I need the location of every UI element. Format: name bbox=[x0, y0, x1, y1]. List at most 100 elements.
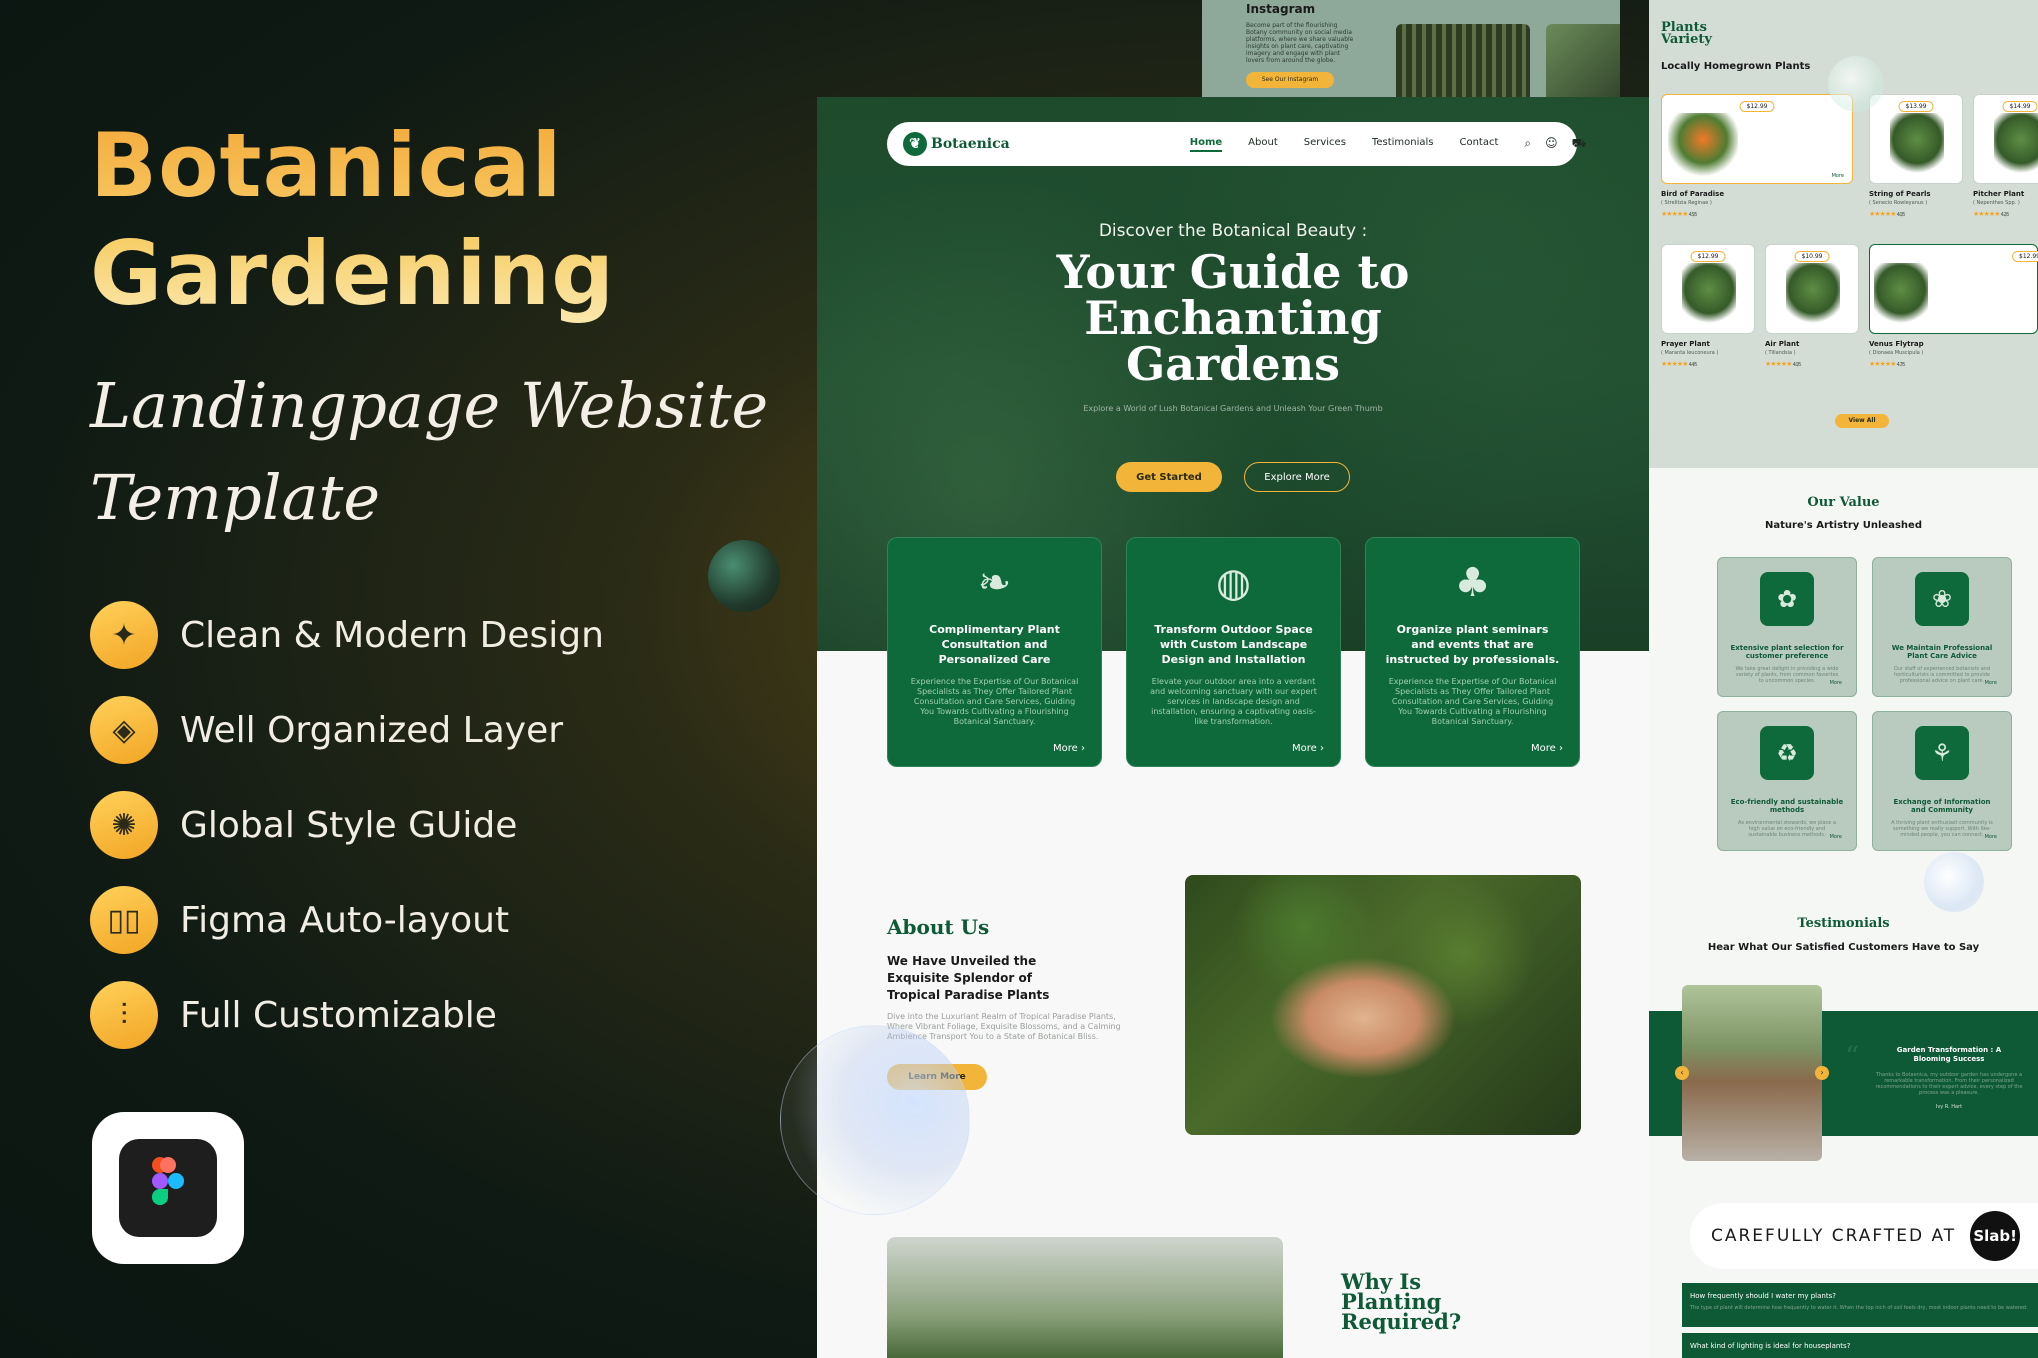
service-card-body: Elevate your outdoor area into a verdant… bbox=[1150, 677, 1317, 726]
promo-title: Botanical Gardening bbox=[90, 112, 615, 328]
value-card[interactable]: ⚘ Exchange of Information and Community … bbox=[1872, 711, 2012, 851]
get-started-button[interactable]: Get Started bbox=[1116, 462, 1222, 492]
plant-scientific-name: ( Strelitzia Reginae ) bbox=[1661, 200, 1712, 206]
title-line-1: Botanical bbox=[90, 114, 563, 217]
feature-label: Clean & Modern Design bbox=[180, 614, 604, 656]
see-instagram-button[interactable]: See Our Instagram bbox=[1246, 72, 1334, 88]
plant-name: Prayer Plant bbox=[1661, 340, 1710, 348]
nav-links: Home About Services Testimonials Contact bbox=[1189, 137, 1525, 152]
our-value-heading: Our Value bbox=[1807, 495, 1880, 510]
value-card-title: Eco-friendly and sustainable methods bbox=[1730, 798, 1844, 814]
nav-icons: ⌕ ☺ ⛟ bbox=[1524, 136, 1586, 152]
crafted-badge[interactable]: CAREFULLY CRAFTED AT Slab! bbox=[1690, 1203, 2038, 1269]
decorative-bubble bbox=[1828, 56, 1884, 112]
plant-card[interactable]: $10.99 bbox=[1765, 244, 1859, 334]
crafted-text: CAREFULLY CRAFTED AT bbox=[1711, 1226, 1957, 1246]
more-link[interactable]: More bbox=[1985, 834, 1997, 840]
rating-stars: ★★★★★ 4.2/5 bbox=[1973, 210, 2009, 218]
nav-contact[interactable]: Contact bbox=[1459, 137, 1498, 152]
why-heading: Why Is Planting Required? bbox=[1341, 1269, 1462, 1334]
more-link[interactable]: More bbox=[1832, 173, 1844, 179]
value-card[interactable]: ✿ Extensive plant selection for customer… bbox=[1717, 557, 1857, 697]
plant-name: Pitcher Plant bbox=[1973, 190, 2025, 198]
explore-more-button[interactable]: Explore More bbox=[1244, 462, 1350, 492]
instagram-title: Instagram bbox=[1246, 2, 1316, 16]
value-card-title: Extensive plant selection for customer p… bbox=[1730, 644, 1844, 660]
plant-scientific-name: ( Maranta leuconeura ) bbox=[1661, 350, 1719, 356]
rating-value: 4.0/5 bbox=[1896, 212, 1906, 218]
more-link[interactable]: More bbox=[1985, 680, 1997, 686]
plant-card[interactable]: $12.99 More bbox=[1661, 94, 1853, 184]
plant-advice-icon: ❀ bbox=[1915, 572, 1969, 626]
more-label: More bbox=[1292, 743, 1317, 754]
more-link[interactable]: More bbox=[1830, 680, 1842, 686]
plant-consult-icon: ❧ bbox=[977, 560, 1012, 606]
plants-heading-line: Variety bbox=[1661, 32, 1712, 47]
service-card-more-link[interactable]: More › bbox=[1053, 743, 1085, 754]
nav-about[interactable]: About bbox=[1248, 137, 1278, 152]
faq-question: What kind of lighting is ideal for house… bbox=[1690, 1342, 1851, 1350]
feature-label: Global Style GUide bbox=[180, 804, 518, 846]
site-logo[interactable]: ❦ Botaenica bbox=[903, 132, 1010, 156]
service-card-body: Experience the Expertise of Our Botanica… bbox=[1388, 677, 1557, 726]
plant-scientific-name: ( Tillandsia ) bbox=[1765, 350, 1796, 356]
nav-home[interactable]: Home bbox=[1189, 137, 1223, 152]
title-line-2: Gardening bbox=[90, 222, 616, 325]
eco-leaf-icon: ♻ bbox=[1760, 726, 1814, 780]
chevron-right-icon: › bbox=[1081, 743, 1085, 754]
figma-badge bbox=[92, 1112, 244, 1264]
rating-value: 4.0/5 bbox=[1792, 362, 1802, 368]
rating-stars: ★★★★★ 4.0/5 bbox=[1869, 210, 1906, 218]
plant-name: Venus Flytrap bbox=[1869, 340, 1924, 348]
decorative-bubble bbox=[780, 1025, 970, 1215]
testimonials-heading: Testimonials bbox=[1797, 916, 1890, 931]
faq-item[interactable]: How frequently should I water my plants?… bbox=[1682, 1283, 2038, 1327]
feature-label: Well Organized Layer bbox=[180, 709, 564, 751]
plant-card[interactable]: $13.99 bbox=[1869, 94, 1963, 184]
quote-icon: “ bbox=[1845, 1040, 1860, 1073]
feature-list: ✦ Clean & Modern Design ◈ Well Organized L… bbox=[90, 600, 604, 1075]
search-icon[interactable]: ⌕ bbox=[1524, 136, 1531, 152]
instagram-photo[interactable] bbox=[1546, 24, 1620, 97]
plant-image bbox=[1994, 113, 2038, 179]
service-card[interactable]: ◍ Transform Outdoor Space with Custom La… bbox=[1126, 537, 1341, 767]
more-label: More bbox=[1053, 743, 1078, 754]
plant-card[interactable]: $12.99 bbox=[1661, 244, 1755, 334]
plant-scientific-name: ( Nepenthes Spp. ) bbox=[1973, 200, 2020, 206]
user-icon[interactable]: ☺ bbox=[1545, 136, 1558, 152]
price-badge: $12.99 bbox=[1739, 101, 1775, 112]
instagram-photo[interactable] bbox=[1396, 24, 1530, 97]
more-link[interactable]: More bbox=[1830, 834, 1842, 840]
community-icon: ⚘ bbox=[1915, 726, 1969, 780]
subtitle-line-2: Template bbox=[90, 461, 381, 534]
decorative-bubble bbox=[1924, 852, 1984, 912]
service-card-more-link[interactable]: More › bbox=[1531, 743, 1563, 754]
hero-heading-line: Gardens bbox=[1125, 337, 1341, 391]
nav-services[interactable]: Services bbox=[1304, 137, 1346, 152]
rating-value: 4.7/5 bbox=[1896, 362, 1906, 368]
about-image bbox=[1185, 875, 1581, 1135]
about-subheading: We Have Unveiled the Exquisite Splendor … bbox=[887, 954, 1050, 1002]
view-all-button[interactable]: View All bbox=[1835, 414, 1889, 428]
faq-item[interactable]: What kind of lighting is ideal for house… bbox=[1682, 1333, 2038, 1358]
next-arrow-icon[interactable]: › bbox=[1815, 1066, 1829, 1080]
value-card[interactable]: ❀ We Maintain Professional Plant Care Ad… bbox=[1872, 557, 2012, 697]
service-card-title: Transform Outdoor Space with Custom Land… bbox=[1154, 623, 1313, 666]
prev-arrow-icon[interactable]: ‹ bbox=[1675, 1066, 1689, 1080]
nav-testimonials[interactable]: Testimonials bbox=[1372, 137, 1434, 152]
rating-value: 4.4/5 bbox=[1688, 362, 1698, 368]
plant-scientific-name: ( Dionaea Muscipula ) bbox=[1869, 350, 1924, 356]
cart-icon[interactable]: ⛟ bbox=[1572, 136, 1587, 152]
service-card[interactable]: ♣ Organize plant seminars and events tha… bbox=[1365, 537, 1580, 767]
plant-card[interactable]: $14.99 bbox=[1973, 94, 2038, 184]
price-badge: $13.99 bbox=[1898, 101, 1934, 112]
plant-card[interactable]: $12.99 bbox=[1869, 244, 2038, 334]
navbar: ❦ Botaenica Home About Services Testimon… bbox=[887, 122, 1587, 166]
site-logo-text: Botaenica bbox=[931, 136, 1010, 152]
service-card[interactable]: ❧ Complimentary Plant Consultation and P… bbox=[887, 537, 1102, 767]
service-card-more-link[interactable]: More › bbox=[1292, 743, 1324, 754]
rating-stars: ★★★★★ 4.4/5 bbox=[1661, 360, 1698, 368]
hero-heading-line: Enchanting bbox=[1084, 291, 1382, 345]
rating-value: 4.5/5 bbox=[1688, 212, 1698, 218]
value-card[interactable]: ♻ Eco-friendly and sustainable methods A… bbox=[1717, 711, 1857, 851]
